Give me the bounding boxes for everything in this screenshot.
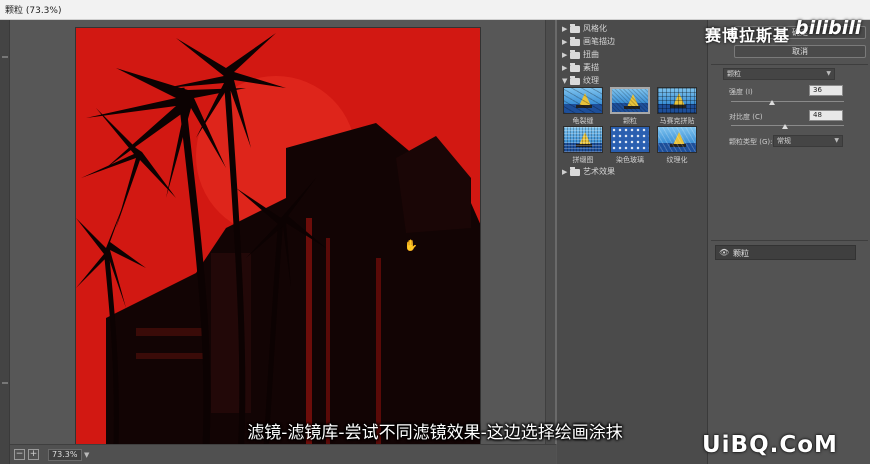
- folder-stylize[interactable]: ▶ 风格化: [557, 23, 708, 35]
- intensity-slider-knob[interactable]: [768, 100, 775, 105]
- eye-icon[interactable]: 👁: [719, 248, 729, 257]
- brand-name: 赛博拉斯基: [705, 26, 791, 45]
- status-bar: − + 73.3% ▼: [10, 444, 556, 464]
- chevron-right-icon: ▶: [562, 25, 568, 33]
- chevron-down-icon: ▼: [834, 137, 839, 144]
- folder-distort[interactable]: ▶ 扭曲: [557, 49, 708, 61]
- video-subtitle: 滤镜-滤镜库-尝试不同滤镜效果-这边选择绘画涂抹: [247, 423, 623, 443]
- folder-icon: [570, 50, 580, 59]
- grain-type-select[interactable]: 常规 ▼: [773, 135, 843, 147]
- folder-icon: [570, 37, 580, 46]
- zoom-field[interactable]: 73.3%: [48, 449, 82, 461]
- folder-artistic[interactable]: ▶ 艺术效果: [557, 166, 708, 178]
- bilibili-logo: bilibili: [795, 17, 862, 39]
- cancel-button[interactable]: 取消: [734, 45, 866, 58]
- chevron-down-icon[interactable]: ▼: [84, 451, 89, 459]
- divider: [711, 240, 868, 241]
- grain-type-label: 颗粒类型 (G):: [729, 138, 773, 146]
- contrast-input[interactable]: 48: [809, 110, 843, 121]
- effect-layer-row[interactable]: 👁 颗粒: [715, 245, 856, 260]
- folder-icon: [570, 76, 580, 85]
- chevron-right-icon: ▶: [562, 168, 568, 176]
- intensity-slider-track[interactable]: [731, 101, 844, 102]
- chevron-down-icon: ▼: [562, 77, 568, 85]
- site-watermark: UiBQ.CoM: [702, 432, 838, 458]
- hand-icon: ✋: [404, 239, 418, 252]
- chevron-right-icon: ▶: [562, 51, 568, 59]
- plus-icon[interactable]: +: [28, 449, 39, 460]
- thumb-patchwork[interactable]: 拼缀图: [563, 126, 603, 164]
- window-title: 颗粒 (73.3%): [5, 6, 62, 16]
- effect-layer-name: 颗粒: [733, 249, 749, 258]
- preview-canvas[interactable]: ✋: [75, 27, 481, 447]
- filter-select[interactable]: 颗粒 ▼: [723, 68, 835, 80]
- filter-gallery: ▶ 风格化 ▶ 画笔描边 ▶ 扭曲 ▶ 素描 ▼ 纹理 龟裂缝 颗粒 马赛克拼贴…: [557, 20, 708, 464]
- chevron-right-icon: ▶: [562, 64, 568, 72]
- folder-icon: [570, 63, 580, 72]
- thumb-craquelure[interactable]: 龟裂缝: [563, 87, 603, 125]
- thumb-texturizer[interactable]: 纹理化: [657, 126, 697, 164]
- minus-icon[interactable]: −: [14, 449, 25, 460]
- thumb-grain[interactable]: 颗粒: [610, 87, 650, 125]
- thumb-mosaic-tiles[interactable]: 马赛克拼贴: [657, 87, 697, 125]
- intensity-label: 强度 (I): [729, 88, 753, 96]
- contrast-label: 对比度 (C): [729, 113, 763, 121]
- preview-artwork: [76, 28, 480, 446]
- intensity-input[interactable]: 36: [809, 85, 843, 96]
- divider: [711, 64, 868, 65]
- chevron-right-icon: ▶: [562, 38, 568, 46]
- left-edge-strip: [0, 20, 10, 464]
- preview-scrollbar[interactable]: [545, 20, 555, 444]
- chevron-down-icon: ▼: [826, 70, 831, 77]
- contrast-slider-knob[interactable]: [782, 124, 789, 129]
- folder-texture[interactable]: ▼ 纹理: [557, 75, 708, 87]
- folder-icon: [570, 167, 580, 176]
- thumb-stained-glass[interactable]: 染色玻璃: [610, 126, 650, 164]
- folder-sketch[interactable]: ▶ 素描: [557, 62, 708, 74]
- folder-icon: [570, 24, 580, 33]
- title-bar: 颗粒 (73.3%): [0, 0, 870, 20]
- settings-panel: 确定 取消 颗粒 ▼ 强度 (I) 36 对比度 (C) 48 颗粒类型 (G)…: [709, 20, 870, 464]
- folder-brush-strokes[interactable]: ▶ 画笔描边: [557, 36, 708, 48]
